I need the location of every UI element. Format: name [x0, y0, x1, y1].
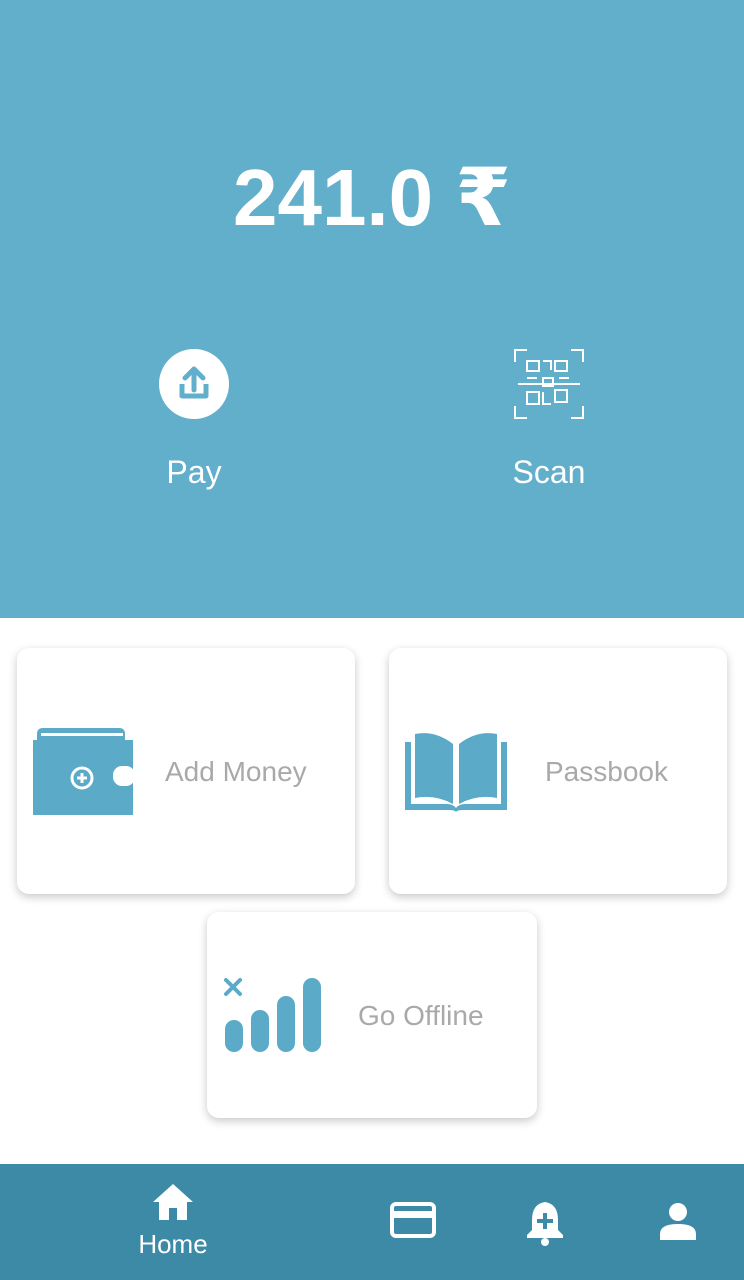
upload-icon [159, 349, 229, 419]
nav-profile[interactable] [658, 1202, 698, 1245]
open-book-icon [405, 733, 507, 812]
balance-header: 241.0 ₹ Pay Scan [0, 0, 744, 618]
go-offline-label: Go Offline [358, 1000, 484, 1031]
wallet-add-icon [33, 728, 135, 815]
nav-notifications[interactable] [524, 1200, 566, 1251]
bottom-navigation: Home [0, 1164, 744, 1280]
scan-label: Scan [512, 454, 586, 490]
nav-home-label: Home [138, 1229, 208, 1259]
nav-home[interactable]: Home [113, 1182, 233, 1260]
passbook-card[interactable]: Passbook [389, 648, 727, 894]
passbook-label: Passbook [545, 756, 668, 787]
scan-button[interactable]: Scan [459, 348, 639, 491]
person-icon [660, 1203, 696, 1240]
qr-scan-icon [514, 349, 584, 419]
no-signal-icon [224, 978, 321, 1052]
credit-card-icon [390, 1202, 436, 1238]
home-icon [153, 1184, 193, 1220]
pay-label: Pay [166, 454, 222, 490]
add-money-card[interactable]: Add Money [17, 648, 355, 894]
nav-cards[interactable] [390, 1202, 436, 1243]
add-money-label: Add Money [165, 756, 307, 787]
notification-add-icon [527, 1202, 563, 1246]
balance-amount: 241.0 ₹ [232, 153, 512, 242]
pay-button[interactable]: Pay [104, 348, 284, 491]
go-offline-card[interactable]: Go Offline [207, 912, 537, 1118]
